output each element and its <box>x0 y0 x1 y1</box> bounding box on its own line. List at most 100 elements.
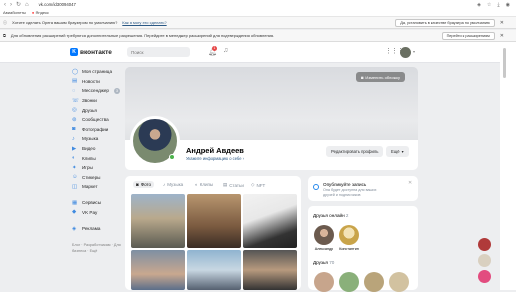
scrollbar-thumb[interactable] <box>503 48 506 78</box>
nft-icon: ◇ <box>251 182 255 187</box>
menu-item[interactable]: ▤ Новости <box>72 77 100 87</box>
services-icon: ▦ <box>72 199 78 206</box>
phone-icon: ☏ <box>72 97 79 104</box>
tab-photo[interactable]: ◙ Фото <box>133 181 155 188</box>
menu-item[interactable]: ◈ Реклама <box>72 224 100 234</box>
camera-icon: ◙ <box>361 74 364 80</box>
clip-icon: ◐ <box>72 155 76 162</box>
user-icon: ◯ <box>72 68 79 75</box>
bookmark-star-icon[interactable]: ☆ <box>487 2 491 8</box>
friend-avatar[interactable] <box>339 272 359 292</box>
friend-avatar[interactable] <box>314 225 334 245</box>
menu-item[interactable]: ☺ Стикеры <box>72 173 100 183</box>
menu-item-label: Музыка <box>82 136 99 142</box>
tab-nft[interactable]: ◇ NFT <box>251 182 265 188</box>
chevron-down-icon[interactable]: ▾ <box>413 49 415 54</box>
photo-thumbnail[interactable] <box>131 194 185 248</box>
friend-avatar[interactable] <box>364 272 384 292</box>
chat-avatar[interactable] <box>478 238 491 251</box>
music-icon[interactable]: ♫ <box>223 47 228 54</box>
photo-icon: ◙ <box>136 182 139 187</box>
menu-item-label: Мессенджер <box>82 88 109 94</box>
friends-all-label: Друзья <box>313 260 328 265</box>
vk-logo-icon: K <box>70 48 78 56</box>
menu-item[interactable]: ▦ Сервисы <box>72 198 101 208</box>
game-icon: ✦ <box>72 164 77 171</box>
close-icon[interactable]: ✕ <box>500 20 516 26</box>
tab-clip[interactable]: ◐ Клипы <box>195 182 213 187</box>
profile-info-label: Укажите информацию о себе <box>186 156 242 161</box>
profile-icon[interactable]: ◉ <box>506 2 510 8</box>
close-icon[interactable]: ✕ <box>408 180 412 186</box>
friend-avatar[interactable] <box>339 225 359 245</box>
menu-item[interactable]: ♪ Музыка <box>72 134 98 144</box>
chat-avatar[interactable] <box>478 254 491 267</box>
tab-label: Музыка <box>167 182 184 187</box>
menu-item[interactable]: ◫ Маркет <box>72 182 98 192</box>
tab-article[interactable]: ▤ Статьи <box>223 182 244 188</box>
friends-online-title[interactable]: Друзья онлайн 2 <box>313 213 348 218</box>
menu-item-label: Клипы <box>82 155 96 161</box>
avatar[interactable] <box>400 47 411 58</box>
menu-item[interactable]: ◎ Друзья <box>72 105 97 115</box>
tab-music[interactable]: ♪ Музыка <box>163 182 183 187</box>
more-button[interactable]: Ещё ▾ <box>386 146 409 157</box>
music-icon: ♪ <box>72 135 75 142</box>
edit-cover-button[interactable]: ◙ Изменить обложку <box>356 72 405 82</box>
menu-item[interactable]: ◐ Клипы <box>72 153 96 163</box>
edit-profile-button[interactable]: Редактировать профиль <box>326 146 384 157</box>
chat-avatar[interactable] <box>478 270 491 283</box>
profile-info-link[interactable]: Укажите информацию о себе › <box>186 156 244 161</box>
download-icon[interactable]: ⤓ <box>497 2 499 8</box>
vk-logo[interactable]: K вконтакте <box>70 48 112 56</box>
footer-links[interactable]: Блог · Разработчикам · Для бизнеса · Ещё <box>72 243 127 254</box>
menu-item-label: VK Pay <box>82 209 98 215</box>
chevron-down-icon: ▾ <box>401 149 404 154</box>
profile-name: Андрей Авдеев <box>186 146 244 155</box>
menu-item-label: Друзья <box>82 107 97 113</box>
close-icon[interactable]: ✕ <box>500 33 516 39</box>
friends-all-title[interactable]: Друзья 70 <box>313 260 334 265</box>
menu-item[interactable]: ◌ Мессенджер <box>72 86 109 96</box>
bookmark-aviabilety[interactable]: Авиабилеты <box>3 10 26 15</box>
menu-item[interactable]: ⊚ Сообщества <box>72 115 109 125</box>
menu-item-label: Реклама <box>82 226 101 232</box>
publish-title: Опубликуйте запись <box>323 182 367 187</box>
bookmark-yandex[interactable]: ● Яндекс <box>32 10 49 15</box>
friend-avatar[interactable] <box>314 272 334 292</box>
article-icon: ▤ <box>223 182 228 187</box>
forward-icon[interactable]: › <box>10 2 12 8</box>
sticker-icon: ☺ <box>72 174 78 181</box>
home-icon[interactable]: ⌂ <box>25 2 29 8</box>
photo-thumbnail[interactable] <box>131 250 185 290</box>
set-default-button[interactable]: Да, установить в качестве браузера по ум… <box>395 18 495 27</box>
menu-item[interactable]: ◆ VK Pay <box>72 208 97 218</box>
shield-icon[interactable]: ◈ <box>477 2 481 8</box>
tab-label: Клипы <box>199 182 214 187</box>
menu-item[interactable]: ☏ Звонки <box>72 96 97 106</box>
back-icon[interactable]: ‹ <box>4 2 6 8</box>
go-to-extensions-button[interactable]: Перейти к расширениям <box>441 31 495 40</box>
menu-item[interactable]: ◯ Моя страница <box>72 67 112 77</box>
news-icon: ▤ <box>72 78 78 85</box>
menu-item[interactable]: ▶ Видео <box>72 144 95 154</box>
friend-name[interactable]: Константин <box>334 247 364 251</box>
photo-thumbnail[interactable] <box>187 250 241 290</box>
photo-thumbnail[interactable] <box>243 194 297 248</box>
menu-item-label: Моя страница <box>82 69 112 75</box>
puzzle-icon: ⧉ <box>3 33 6 38</box>
friend-avatar[interactable] <box>389 272 409 292</box>
default-browser-link[interactable]: Как я могу это сделать? <box>122 20 166 25</box>
menu-item[interactable]: ◙ Фотографии <box>72 125 108 135</box>
pay-icon: ◆ <box>72 209 77 216</box>
menu-item-label: Звонки <box>82 98 97 104</box>
reload-icon[interactable]: ↻ <box>16 1 21 8</box>
photo-thumbnail[interactable] <box>243 250 297 290</box>
scrollbar-track[interactable] <box>500 42 516 290</box>
url-text[interactable]: vk.com/id30094047 <box>39 2 76 7</box>
photo-thumbnail[interactable] <box>187 194 241 248</box>
default-browser-text: Хотите сделать Opera вашим браузером по … <box>12 20 118 25</box>
edit-cover-label: Изменить обложку <box>365 74 400 80</box>
search-input[interactable] <box>127 47 190 57</box>
menu-item[interactable]: ✦ Игры <box>72 163 93 173</box>
